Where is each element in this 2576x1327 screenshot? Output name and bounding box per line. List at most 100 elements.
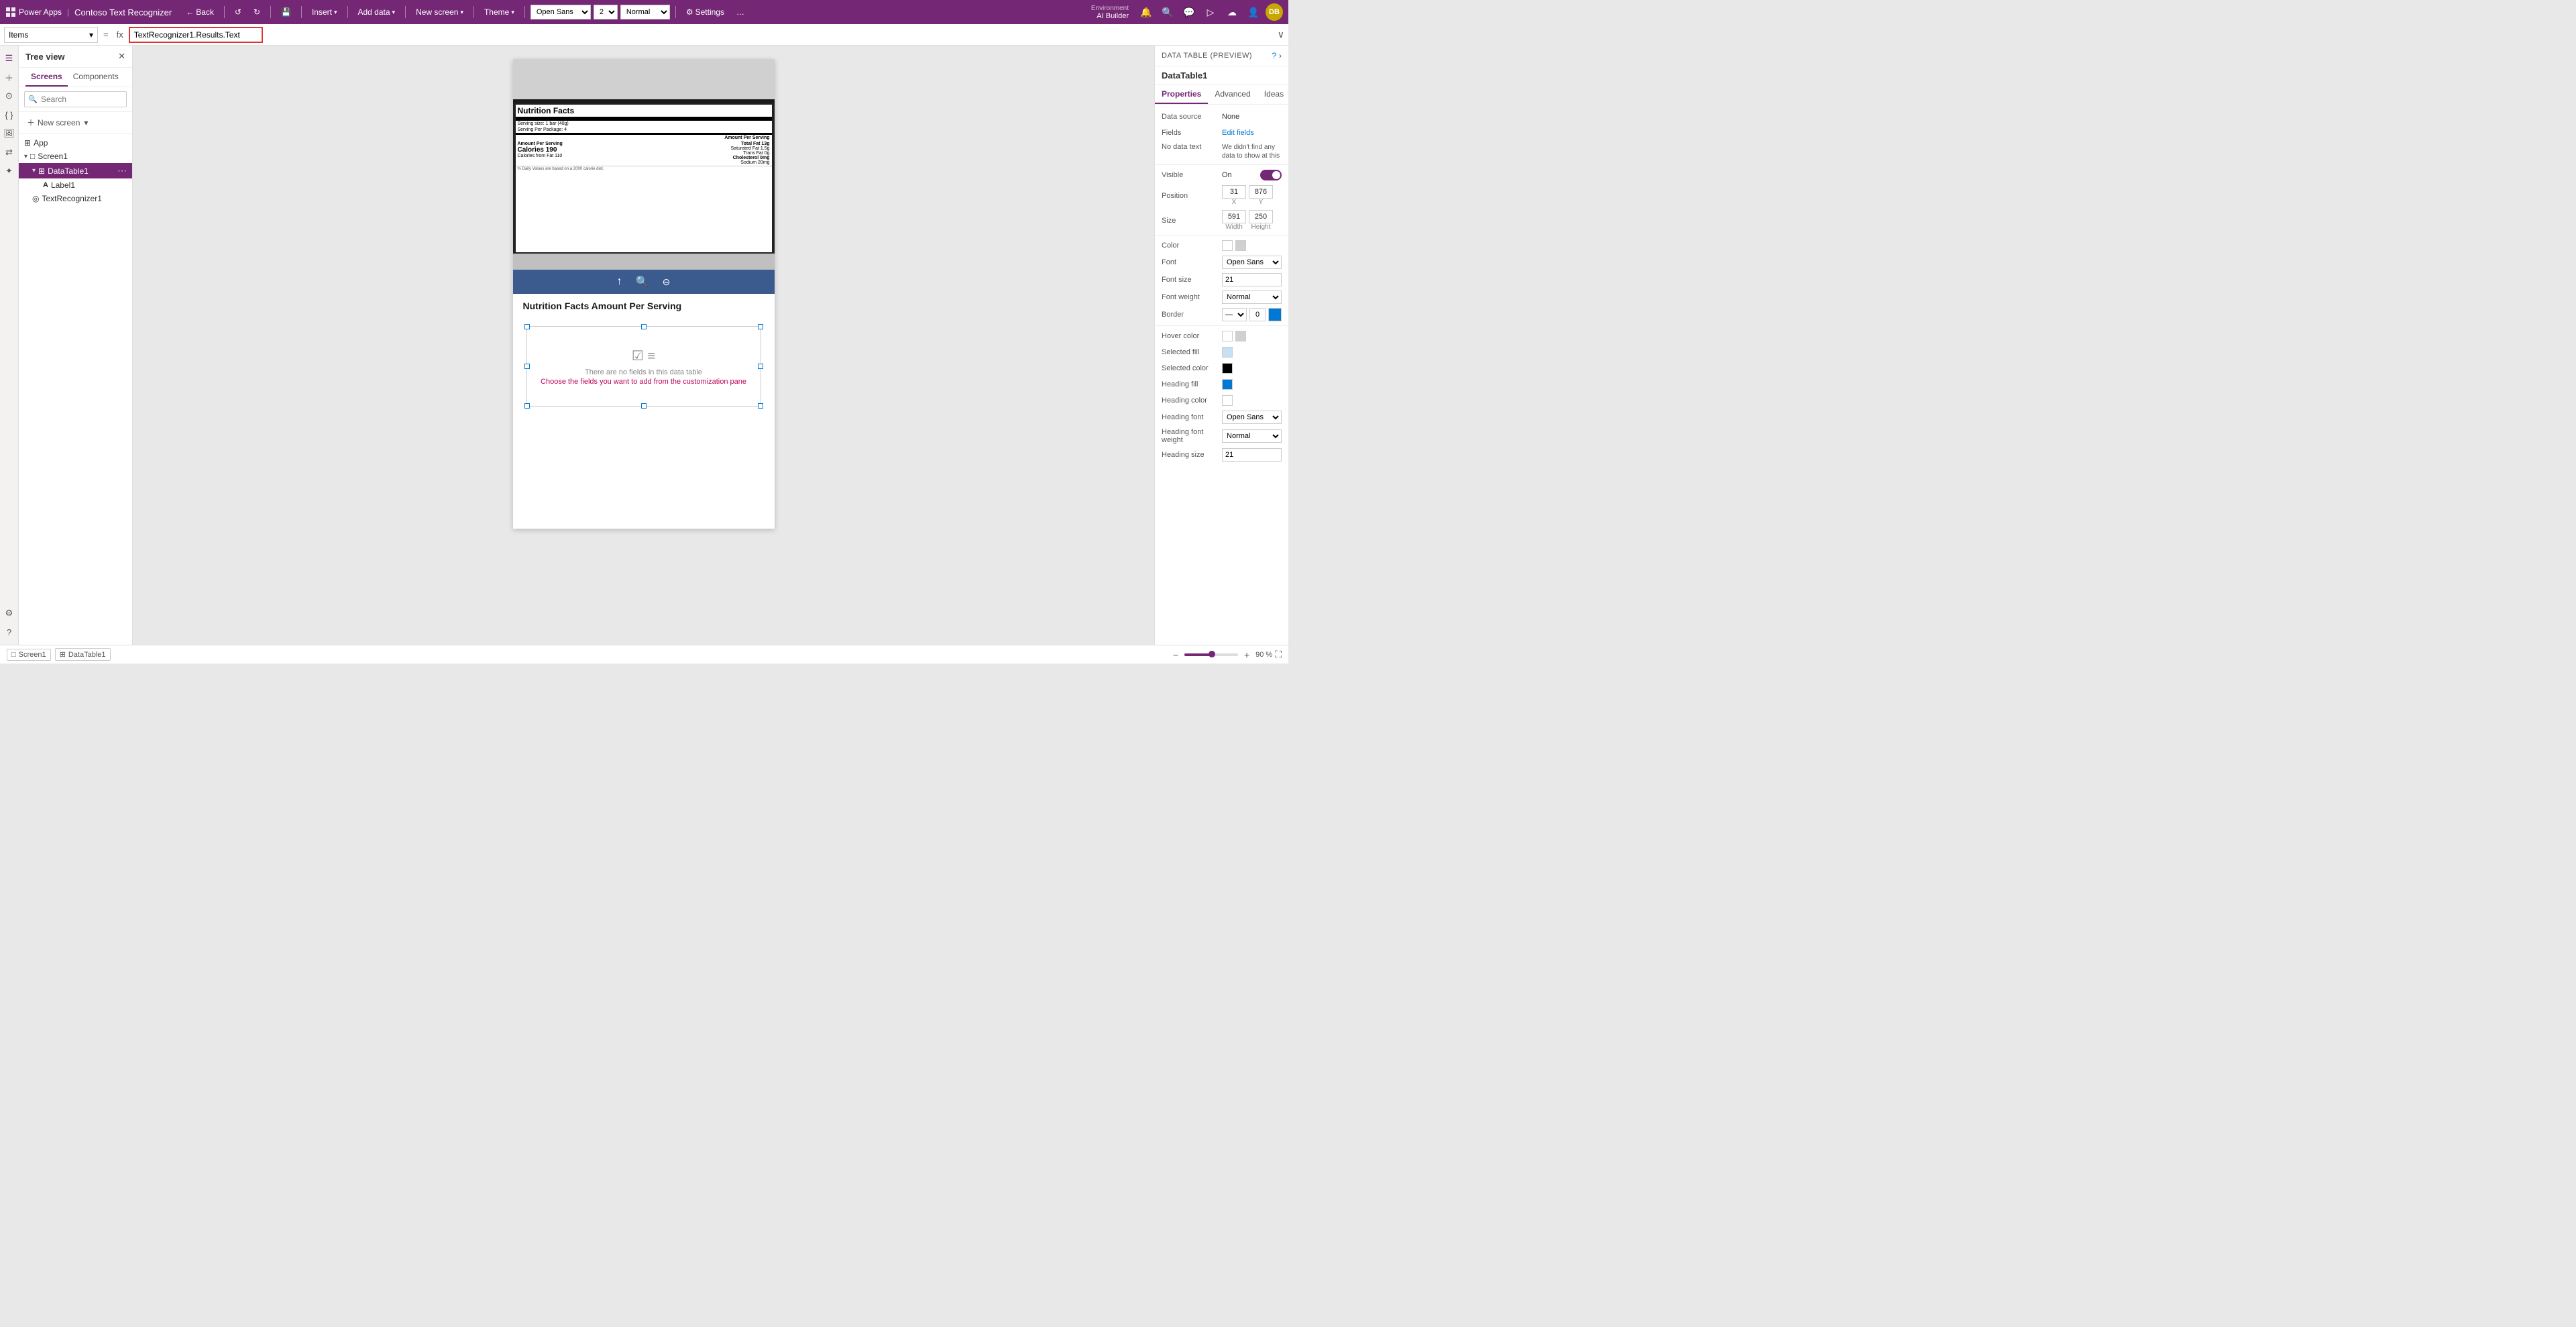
hover-text-swatch[interactable] — [1222, 331, 1233, 341]
fit-screen-button[interactable]: ⛶ — [1275, 649, 1282, 660]
media-icon-button[interactable]: 🖼 — [2, 126, 17, 141]
new-screen-button[interactable]: New screen ▾ — [411, 5, 468, 19]
handle-top-left[interactable] — [524, 324, 530, 329]
hover-fill-swatch[interactable] — [1235, 331, 1246, 341]
width-item: Width — [1222, 210, 1246, 231]
datatable-container[interactable]: ☑ ≡ There are no fields in this data tab… — [520, 323, 768, 410]
selected-color-swatch[interactable] — [1222, 363, 1233, 374]
screen-icon-status: □ — [11, 651, 16, 659]
connections-icon-button[interactable]: ⇄ — [2, 145, 17, 160]
handle-bottom-right[interactable] — [758, 403, 763, 409]
right-panel-help-icon[interactable]: ? — [1272, 51, 1276, 60]
tab-advanced[interactable]: Advanced — [1208, 85, 1257, 104]
font-family-select[interactable]: Open Sans — [530, 5, 591, 19]
tree-item-app[interactable]: ⊞ App — [19, 136, 132, 150]
formula-input[interactable] — [129, 27, 263, 43]
tab-properties[interactable]: Properties — [1155, 85, 1208, 104]
headingsize-input[interactable] — [1222, 448, 1282, 462]
topbar-divider: | — [67, 7, 69, 17]
context-selector[interactable]: Items ▾ — [4, 27, 98, 43]
border-style-select[interactable]: — — [1222, 308, 1247, 321]
status-screen1-button[interactable]: □ Screen1 — [7, 649, 51, 661]
handle-bottom-left[interactable] — [524, 403, 530, 409]
tree-item-label1[interactable]: A Label1 — [19, 178, 132, 192]
font-weight-select[interactable]: Normal — [620, 5, 670, 19]
tab-ideas[interactable]: Ideas — [1257, 85, 1290, 104]
theme-arrow-icon: ▾ — [511, 9, 514, 16]
height-input[interactable] — [1249, 210, 1273, 223]
redo-button[interactable]: ↻ — [249, 5, 265, 19]
handle-top-right[interactable] — [758, 324, 763, 329]
heading-fill-swatch[interactable] — [1222, 379, 1233, 390]
datatable1-more-icon[interactable]: ⋯ — [117, 165, 127, 176]
zoom-plus-button[interactable]: + — [1241, 649, 1253, 660]
font-size-select[interactable]: 21 — [594, 5, 618, 19]
search-input[interactable] — [24, 91, 127, 107]
insert-button[interactable]: Insert ▾ — [307, 5, 342, 19]
right-panel-expand-icon[interactable]: › — [1279, 51, 1282, 60]
new-screen-tree-button[interactable]: ＋ New screen ▾ — [24, 115, 127, 130]
fontweight-select[interactable]: Normal — [1222, 290, 1282, 304]
handle-bottom-mid[interactable] — [641, 403, 647, 409]
app-logo-icon — [5, 7, 16, 17]
zoom-slider-thumb[interactable] — [1209, 651, 1215, 657]
tree-item-datatable1[interactable]: ▾ ⊞ DataTable1 ⋯ — [19, 163, 132, 178]
tree-item-label1-label: Label1 — [51, 180, 127, 190]
upload-icon[interactable]: ↑ — [617, 276, 622, 288]
tree-item-textrecognizer1[interactable]: ◎ TextRecognizer1 — [19, 192, 132, 205]
width-input[interactable] — [1222, 210, 1246, 223]
border-color-swatch[interactable] — [1268, 308, 1282, 321]
selected-fill-swatch[interactable] — [1222, 347, 1233, 358]
tree-close-button[interactable]: ✕ — [118, 51, 125, 62]
more-button[interactable]: … — [732, 5, 749, 19]
handle-top-mid[interactable] — [641, 324, 647, 329]
avatar[interactable]: DB — [1266, 3, 1283, 21]
variables-icon-button[interactable]: { } — [2, 107, 17, 122]
border-width-input[interactable] — [1249, 308, 1266, 321]
tab-components[interactable]: Components — [68, 68, 124, 87]
heading-color-swatch[interactable] — [1222, 395, 1233, 406]
text-color-swatch[interactable] — [1222, 240, 1233, 251]
zoom-slider[interactable] — [1184, 653, 1238, 656]
chat-button[interactable]: 💬 — [1180, 3, 1198, 21]
pos-y-input[interactable] — [1249, 185, 1273, 199]
tree-item-screen1[interactable]: ▾ □ Screen1 — [19, 150, 132, 163]
expand-formula-button[interactable]: ∨ — [1278, 29, 1284, 40]
fx-label: fx — [114, 30, 126, 40]
size-row: Size Width Height — [1155, 208, 1288, 233]
ai-icon-button[interactable]: ✦ — [2, 164, 17, 178]
font-select[interactable]: Open Sans — [1222, 256, 1282, 269]
status-datatable-button[interactable]: ⊞ DataTable1 — [55, 648, 111, 661]
save-button[interactable]: 💾 — [276, 5, 296, 19]
headingfontweight-select[interactable]: Normal — [1222, 429, 1282, 443]
headingcolor-label: Heading color — [1162, 396, 1222, 405]
zoom-minus-button[interactable]: − — [1170, 649, 1182, 660]
data-icon-button[interactable]: ⊙ — [2, 89, 17, 103]
add-data-button[interactable]: Add data ▾ — [353, 5, 400, 19]
fill-color-swatch[interactable] — [1235, 240, 1246, 251]
zoom-in-canvas-icon[interactable]: 🔍 — [636, 275, 649, 288]
pos-x-input[interactable] — [1222, 185, 1246, 199]
canvas-image-section: Nutrition Facts Serving size: 1 bar (40g… — [513, 59, 775, 294]
settings-button[interactable]: ⚙ Settings — [681, 5, 729, 19]
zoom-out-canvas-icon[interactable]: ⊖ — [663, 276, 671, 288]
tree-view-button[interactable]: ☰ — [2, 51, 17, 66]
user-profile-button[interactable]: 👤 — [1244, 3, 1263, 21]
handle-mid-right[interactable] — [758, 364, 763, 369]
theme-button[interactable]: Theme ▾ — [480, 5, 519, 19]
publish-button[interactable]: ☁ — [1223, 3, 1241, 21]
insert-icon-button[interactable]: ＋ — [2, 70, 17, 85]
back-button[interactable]: ← Back — [181, 5, 219, 19]
edit-fields-button[interactable]: Edit fields — [1222, 129, 1254, 137]
visible-toggle[interactable] — [1260, 170, 1282, 180]
search-topbar-button[interactable]: 🔍 — [1158, 3, 1177, 21]
headingfont-select[interactable]: Open Sans — [1222, 411, 1282, 424]
fontsize-input[interactable] — [1222, 273, 1282, 286]
undo-button[interactable]: ↺ — [230, 5, 246, 19]
settings-rail-button[interactable]: ⚙ — [2, 606, 17, 621]
tab-screens[interactable]: Screens — [25, 68, 68, 87]
notifications-button[interactable]: 🔔 — [1137, 3, 1156, 21]
help-rail-button[interactable]: ? — [2, 625, 17, 639]
run-button[interactable]: ▷ — [1201, 3, 1220, 21]
handle-mid-left[interactable] — [524, 364, 530, 369]
